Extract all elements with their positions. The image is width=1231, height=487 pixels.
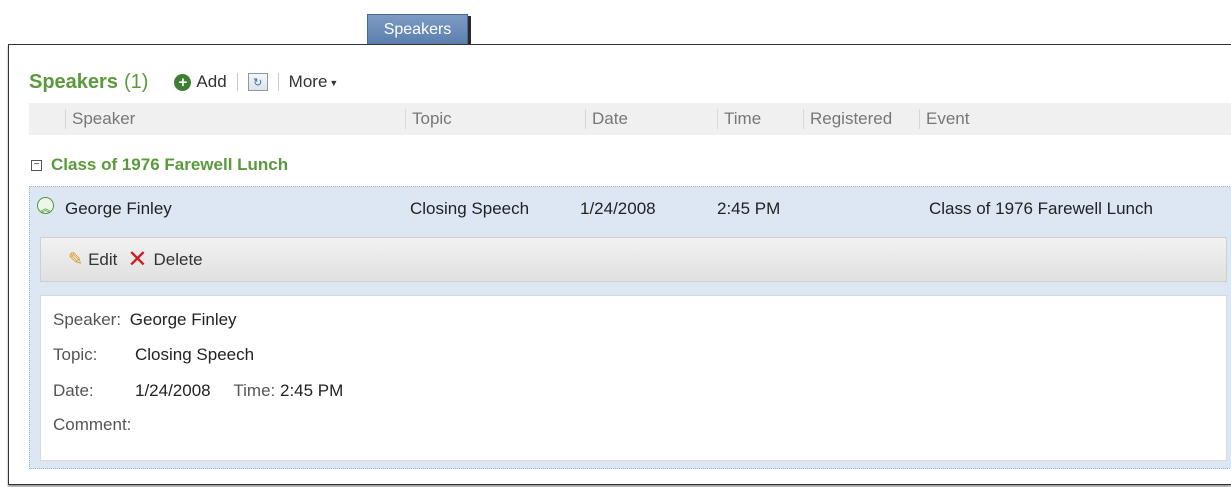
detail-topic-label: Topic: (53, 345, 98, 364)
detail-time-value: 2:45 PM (279, 381, 344, 400)
speaker-record: ︽ George Finley Closing Speech 1/24/2008… (29, 186, 1231, 469)
edit-button[interactable]: ✎ Edit (68, 249, 117, 270)
more-label: More (288, 72, 328, 91)
edit-label: Edit (88, 249, 118, 269)
pencil-icon: ✎ (68, 249, 84, 269)
group-header: − Class of 1976 Farewell Lunch (31, 155, 288, 175)
column-header-topic[interactable]: Topic (405, 109, 452, 129)
delete-x-icon: ✕ (127, 245, 148, 273)
collapse-row-icon[interactable]: ︽ (37, 197, 54, 215)
delete-label: Delete (153, 249, 203, 269)
refresh-button[interactable]: ↻ (247, 73, 268, 91)
detail-date-label: Date: (53, 381, 94, 400)
detail-date-value: 1/24/2008 (135, 381, 211, 400)
column-header-event[interactable]: Event (919, 109, 969, 129)
detail-comment: Comment: (53, 413, 131, 437)
plus-circle-icon: + (174, 73, 192, 91)
detail-speaker: Speaker: George Finley (53, 308, 237, 332)
toolbar-divider (236, 73, 238, 91)
caret-down-icon: ▼ (329, 77, 339, 88)
panel-toolbar: Speakers (1) + Add ↻ More ▼ (29, 69, 338, 95)
delete-button[interactable]: ✕ Delete (127, 245, 203, 273)
detail-topic: Topic: Closing Speech (53, 343, 254, 367)
detail-speaker-value: George Finley (129, 310, 237, 329)
detail-speaker-label: Speaker: (53, 310, 122, 329)
column-header-time[interactable]: Time (717, 109, 761, 129)
column-header-row: Speaker Topic Date Time Registered Event (29, 103, 1231, 135)
group-title: Class of 1976 Farewell Lunch (51, 155, 289, 174)
cell-topic: Closing Speech (410, 199, 530, 218)
tab-speakers[interactable]: Speakers (367, 14, 468, 44)
column-header-speaker[interactable]: Speaker (65, 109, 135, 129)
cell-date: 1/24/2008 (580, 199, 656, 218)
cell-event: Class of 1976 Farewell Lunch (929, 199, 1153, 218)
detail-topic-value: Closing Speech (135, 345, 255, 364)
detail-date-time: Date: 1/24/2008 Time: 2:45 PM (53, 379, 343, 403)
column-header-registered[interactable]: Registered (803, 109, 892, 129)
detail-time-label: Time: (233, 381, 276, 400)
more-button[interactable]: More ▼ (289, 72, 339, 92)
toolbar-divider (277, 73, 279, 91)
table-row[interactable]: ︽ George Finley Closing Speech 1/24/2008… (30, 197, 1231, 221)
column-header-date[interactable]: Date (585, 109, 628, 129)
record-action-bar: ✎ Edit ✕ Delete (40, 237, 1227, 282)
panel-title: Speakers (29, 70, 118, 93)
detail-comment-label: Comment: (53, 415, 132, 434)
collapse-group-icon[interactable]: − (31, 159, 42, 171)
refresh-icon: ↻ (253, 76, 263, 89)
add-label: Add (196, 72, 227, 91)
record-count: (1) (123, 70, 149, 93)
record-details: Speaker: George Finley Topic: Closing Spe… (40, 295, 1227, 461)
speakers-panel: Speakers (1) + Add ↻ More ▼ Speaker Topic… (8, 44, 1231, 485)
cell-speaker: George Finley (65, 199, 172, 218)
add-button[interactable]: + Add (174, 72, 227, 92)
cell-time: 2:45 PM (717, 199, 781, 218)
